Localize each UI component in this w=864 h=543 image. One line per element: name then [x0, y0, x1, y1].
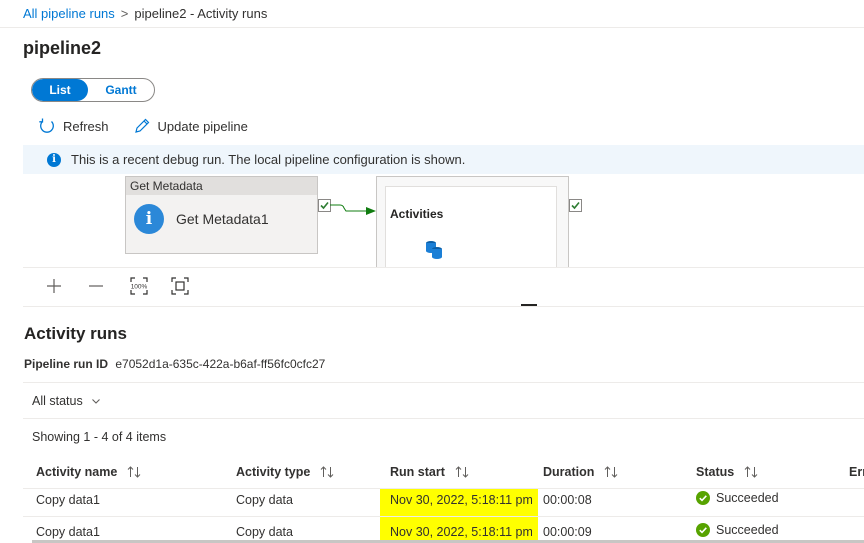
page-title: pipeline2 [23, 38, 102, 58]
get-metadata-icon: i [134, 204, 164, 234]
fit-to-screen-icon [171, 277, 189, 295]
status-filter-label: All status [32, 394, 83, 408]
chevron-down-icon [91, 399, 100, 404]
showing-count: Showing 1 - 4 of 4 items [32, 430, 167, 444]
sort-icon [455, 466, 469, 478]
pencil-icon [134, 118, 149, 133]
get-metadata-activity[interactable]: Get Metadata i Get Metadata1 [125, 176, 318, 254]
breadcrumb: All pipeline runs > pipeline2 - Activity… [23, 6, 267, 21]
activity-name-link[interactable]: Copy data1 [36, 525, 100, 539]
column-header-activity-type[interactable]: Activity type [236, 465, 334, 479]
column-header-label: Duration [543, 465, 595, 479]
activity-runs-title: Activity runs [24, 324, 127, 343]
column-header-error[interactable]: Err [849, 465, 864, 479]
sort-icon [744, 466, 758, 478]
refresh-button[interactable]: Refresh [38, 117, 109, 135]
zoom-out-button[interactable] [85, 275, 107, 297]
column-header-label: Status [696, 465, 735, 479]
run-start-cell: Nov 30, 2022, 5:18:11 pm [390, 493, 532, 507]
success-check-icon [696, 491, 710, 505]
activities-label: Activities [390, 207, 444, 221]
activity-name-link[interactable]: Copy data1 [36, 493, 100, 507]
sort-icon [127, 466, 141, 478]
update-pipeline-label: Update pipeline [157, 118, 248, 134]
status-text: Succeeded [716, 523, 779, 537]
foreach-activity[interactable]: Activities [376, 176, 569, 267]
column-header-run-start[interactable]: Run start [390, 465, 469, 479]
header-divider [0, 27, 864, 28]
checkmark-icon [571, 201, 580, 210]
view-toggle: List Gantt [31, 78, 155, 102]
zoom-100-button[interactable]: 100% [128, 275, 150, 297]
column-header-label: Activity type [236, 465, 311, 479]
column-header-activity-name[interactable]: Activity name [36, 465, 141, 479]
status-filter-dropdown[interactable]: All status [32, 394, 101, 408]
toolbar: Refresh Update pipeline [38, 116, 272, 136]
pipeline-run-id: Pipeline run ID e7052d1a-635c-422a-b6af-… [24, 357, 325, 371]
column-header-label: Activity name [36, 465, 118, 479]
pipeline-canvas[interactable]: Get Metadata i Get Metadata1 Activities [23, 175, 864, 267]
zoom-in-button[interactable] [43, 275, 65, 297]
plus-icon [47, 279, 61, 293]
list-view-button[interactable]: List [32, 79, 88, 101]
column-header-duration[interactable]: Duration [543, 465, 618, 479]
refresh-icon [39, 118, 54, 133]
activity-type-cell: Copy data [236, 525, 293, 539]
column-header-status[interactable]: Status [696, 465, 758, 479]
copy-data-icon [426, 241, 442, 259]
run-id-label: Pipeline run ID [24, 357, 109, 371]
breadcrumb-all-pipeline-runs-link[interactable]: All pipeline runs [23, 6, 115, 21]
panel-resize-handle[interactable] [521, 304, 537, 306]
status-cell: Succeeded [696, 523, 779, 537]
activity-type-cell: Copy data [236, 493, 293, 507]
sort-icon [320, 466, 334, 478]
breadcrumb-separator: > [120, 6, 129, 21]
info-icon: i [47, 152, 61, 167]
status-cell: Succeeded [696, 491, 779, 505]
checkmark-icon [320, 201, 329, 210]
activity-name: Get Metadata1 [176, 211, 269, 227]
run-id-value: e7052d1a-635c-422a-b6af-ff56fc0cfc27 [115, 357, 326, 371]
refresh-label: Refresh [63, 118, 109, 134]
update-pipeline-button[interactable]: Update pipeline [133, 117, 248, 135]
sort-icon [605, 466, 618, 478]
status-text: Succeeded [716, 491, 779, 505]
info-message: This is a recent debug run. The local pi… [71, 152, 466, 167]
zoom-toolbar: 100% [23, 267, 864, 307]
zoom-reset-icon: 100% [130, 277, 148, 295]
zoom-reset-label: 100% [131, 284, 148, 291]
gantt-view-button[interactable]: Gantt [88, 79, 154, 101]
divider [23, 382, 864, 383]
success-check-icon [696, 523, 710, 537]
breadcrumb-current: pipeline2 - Activity runs [134, 6, 268, 21]
divider [23, 418, 864, 419]
foreach-inner-activities: Activities [385, 186, 557, 267]
fit-to-screen-button[interactable] [169, 275, 191, 297]
run-start-cell: Nov 30, 2022, 5:18:11 pm [390, 525, 532, 539]
connector-arrow [330, 204, 376, 215]
column-header-label: Err [849, 465, 864, 479]
foreach-success-checkbox[interactable] [569, 199, 582, 212]
duration-cell: 00:00:08 [543, 493, 592, 507]
column-header-label: Run start [390, 465, 445, 479]
minus-icon [89, 285, 103, 287]
duration-cell: 00:00:09 [543, 525, 592, 539]
info-bar: i This is a recent debug run. The local … [23, 145, 864, 174]
activity-type-label: Get Metadata [126, 177, 317, 195]
